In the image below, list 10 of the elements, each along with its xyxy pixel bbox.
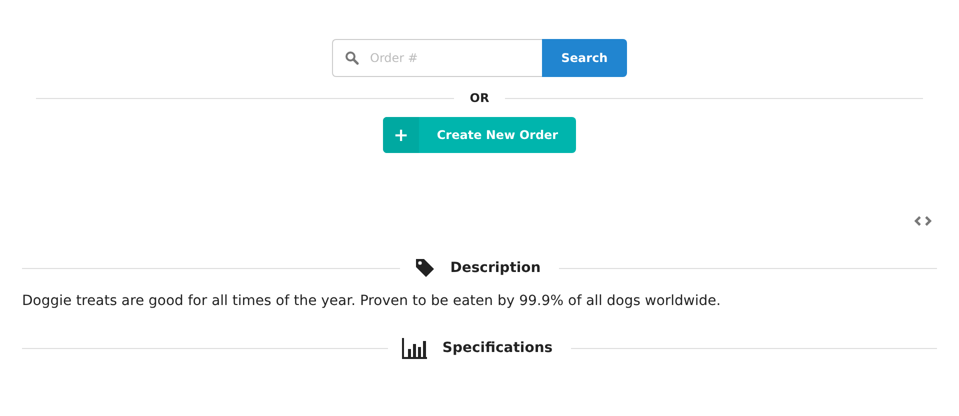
- create-order-button[interactable]: + Create New Order: [383, 117, 576, 153]
- or-divider-label: OR: [470, 91, 490, 105]
- code-icon[interactable]: [914, 215, 932, 227]
- section-title: Specifications: [442, 340, 553, 356]
- description-text: Doggie treats are good for all times of the year. Proven to be eaten by 99.9% of all dogs worldwide.: [22, 293, 722, 309]
- bar-chart-icon: [402, 337, 428, 359]
- section-title: Description: [450, 260, 541, 276]
- search-button[interactable]: Search: [542, 39, 627, 77]
- tag-icon: [414, 257, 436, 279]
- search-field[interactable]: Order #: [332, 39, 542, 77]
